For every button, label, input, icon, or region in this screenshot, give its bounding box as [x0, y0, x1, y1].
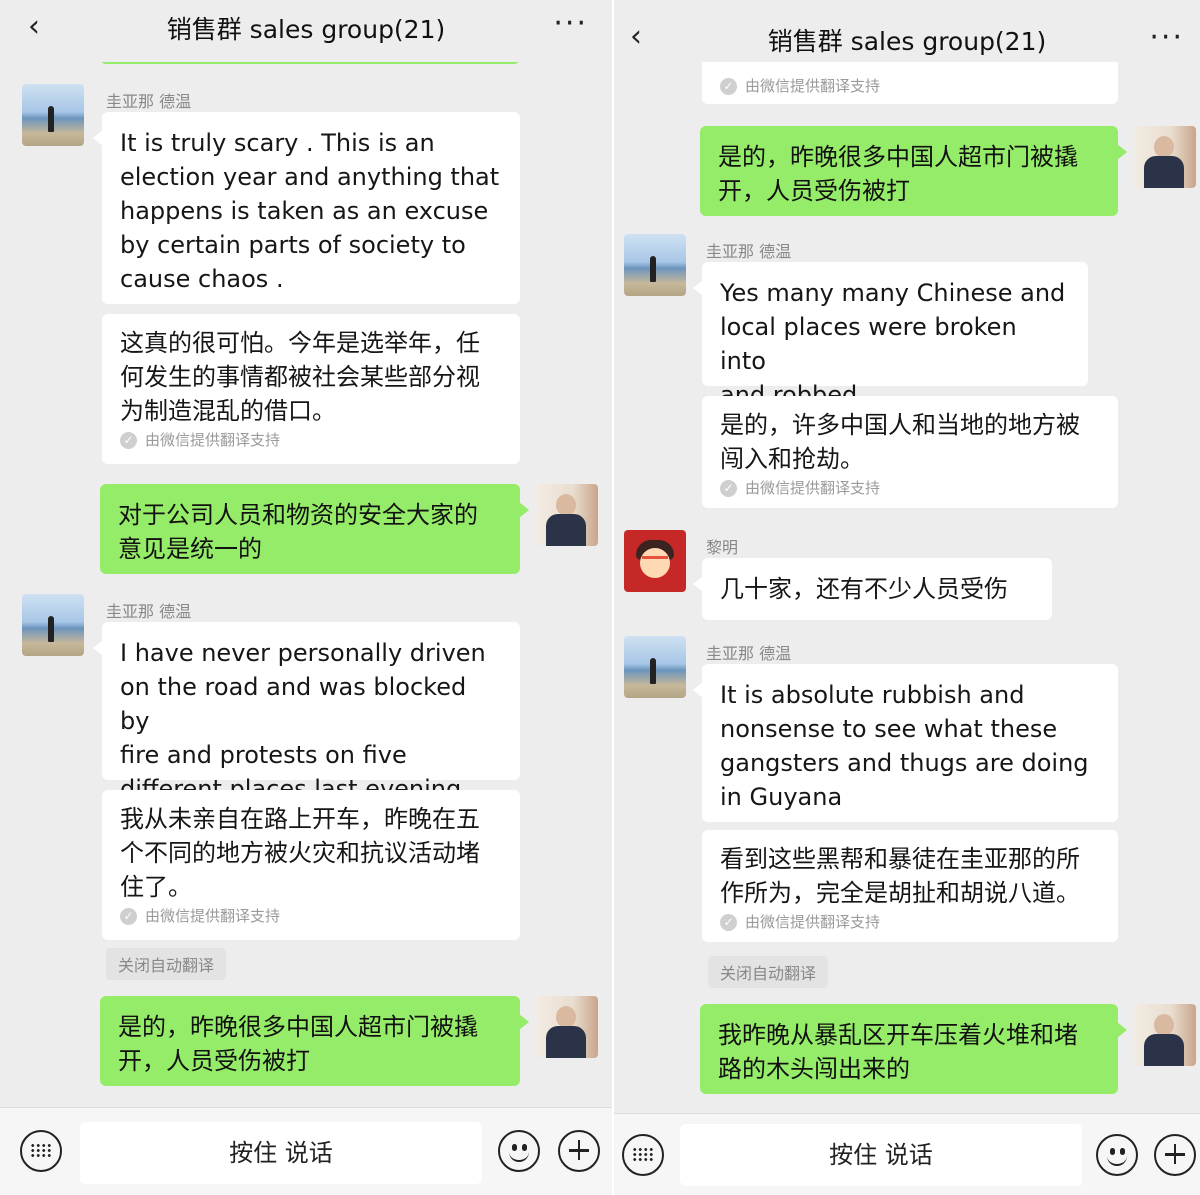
more-icon[interactable]: ··· [1149, 23, 1184, 53]
own-avatar[interactable] [536, 996, 598, 1058]
own-message-bubble[interactable]: 对于公司人员和物资的安全大家的 意见是统一的 [100, 484, 529, 574]
message-text: 我昨晚从暴乱区开车压着火堆和堵 路的木头闯出来的 [718, 1021, 1078, 1083]
own-avatar[interactable] [536, 484, 598, 546]
message-bubble[interactable]: Yes many many Chinese and local places w… [693, 262, 1088, 409]
check-icon: ✓ [720, 77, 737, 95]
check-icon: ✓ [720, 479, 737, 497]
translation-note: ✓ 由微信提供翻译支持 [720, 478, 1100, 498]
chat-header: ‹ 销售群 sales group(21) ··· [614, 0, 1200, 62]
translation-bubble[interactable]: 看到这些黑帮和暴徒在圭亚那的所 作所为，完全是胡扯和胡说八道。 ✓ 由微信提供翻译… [702, 830, 1118, 942]
avatar[interactable] [624, 234, 686, 296]
chat-panel-right: ‹ 销售群 sales group(21) ··· ✓ 由微信提供翻译支持 是的，… [614, 0, 1200, 1195]
keyboard-icon[interactable] [20, 1130, 62, 1172]
input-bar: 按住 说话 [0, 1107, 612, 1195]
translation-note: ✓ 由微信提供翻译支持 [120, 906, 502, 926]
message-text: 对于公司人员和物资的安全大家的 意见是统一的 [118, 501, 478, 563]
message-text: It is truly scary . This is an election … [120, 129, 500, 293]
translation-text: 是的，许多中国人和当地的地方被 闯入和抢劫。 [720, 411, 1080, 473]
translation-text: 我从未亲自在路上开车，昨晚在五 个不同的地方被火灾和抗议活动堵 住了。 [120, 805, 480, 901]
emoji-icon[interactable] [498, 1130, 540, 1172]
translation-note: ✓ 由微信提供翻译支持 [720, 912, 1100, 932]
close-auto-translate-button[interactable]: 关闭自动翻译 [106, 948, 227, 980]
check-icon: ✓ [720, 913, 737, 931]
hold-to-talk-button[interactable]: 按住 说话 [80, 1122, 482, 1184]
translation-bubble[interactable]: 是的，许多中国人和当地的地方被 闯入和抢劫。 ✓ 由微信提供翻译支持 [702, 396, 1118, 508]
own-message-bubble[interactable]: 我昨晚从暴乱区开车压着火堆和堵 路的木头闯出来的 [700, 1004, 1127, 1094]
translation-bubble[interactable]: 这真的很可怕。今年是选举年，任 何发生的事情都被社会某些部分视 为制造混乱的借口… [102, 314, 520, 464]
sender-name: 黎明 [706, 538, 739, 557]
chat-title: 销售群 sales group(21) [166, 15, 446, 44]
translation-text: 这真的很可怕。今年是选举年，任 何发生的事情都被社会某些部分视 为制造混乱的借口… [120, 329, 480, 425]
message-text: It is absolute rubbish and nonsense to s… [720, 681, 1089, 811]
message-text: Yes many many Chinese and local places w… [720, 279, 1066, 409]
sender-name: 圭亚那 德温 [706, 644, 792, 663]
sender-name: 圭亚那 德温 [106, 92, 192, 111]
chat-title: 销售群 sales group(21) [767, 27, 1047, 56]
own-avatar[interactable] [1134, 1004, 1196, 1066]
message-bubble[interactable]: It is truly scary . This is an election … [93, 112, 520, 304]
message-text: I have never personally driven on the ro… [120, 639, 486, 803]
check-icon: ✓ [120, 907, 137, 925]
own-message-bubble[interactable]: 是的，昨晚很多中国人超市门被撬 开，人员受伤被打 [700, 126, 1127, 216]
plus-icon[interactable] [558, 1130, 600, 1172]
avatar[interactable] [22, 594, 84, 656]
translation-bubble[interactable]: 我从未亲自在路上开车，昨晚在五 个不同的地方被火灾和抗议活动堵 住了。 ✓ 由微信… [102, 790, 520, 940]
more-icon[interactable]: ··· [553, 9, 588, 39]
hold-to-talk-button[interactable]: 按住 说话 [680, 1124, 1082, 1186]
keyboard-icon[interactable] [622, 1134, 664, 1176]
chat-panel-left: ‹ 销售群 sales group(21) ··· 圭亚那 德温 It is t… [0, 0, 612, 1195]
message-text: 是的，昨晚很多中国人超市门被撬 开，人员受伤被打 [118, 1013, 478, 1075]
translation-note: ✓ 由微信提供翻译支持 [120, 430, 502, 450]
message-text: 几十家，还有不少人员受伤 [720, 575, 1008, 603]
close-auto-translate-button[interactable]: 关闭自动翻译 [708, 956, 829, 988]
own-message-bubble[interactable]: 是的，昨晚很多中国人超市门被撬 开，人员受伤被打 [100, 996, 529, 1086]
translation-text: 看到这些黑帮和暴徒在圭亚那的所 作所为，完全是胡扯和胡说八道。 [720, 845, 1080, 907]
emoji-icon[interactable] [1096, 1134, 1138, 1176]
input-bar: 按住 说话 [614, 1113, 1200, 1195]
chat-header: ‹ 销售群 sales group(21) ··· [0, 0, 612, 62]
check-icon: ✓ [120, 431, 137, 449]
message-bubble[interactable]: It is absolute rubbish and nonsense to s… [693, 664, 1118, 822]
avatar[interactable] [624, 530, 686, 592]
avatar[interactable] [22, 84, 84, 146]
message-bubble[interactable]: I have never personally driven on the ro… [93, 622, 520, 803]
translation-note: ✓ 由微信提供翻译支持 [720, 76, 1100, 96]
message-text: 是的，昨晚很多中国人超市门被撬 开，人员受伤被打 [718, 143, 1078, 205]
translation-bubble[interactable]: ✓ 由微信提供翻译支持 [702, 58, 1118, 104]
sender-name: 圭亚那 德温 [106, 602, 192, 621]
avatar[interactable] [624, 636, 686, 698]
message-bubble[interactable]: 几十家，还有不少人员受伤 [693, 558, 1052, 620]
plus-icon[interactable] [1154, 1134, 1196, 1176]
own-avatar[interactable] [1134, 126, 1196, 188]
sender-name: 圭亚那 德温 [706, 242, 792, 261]
